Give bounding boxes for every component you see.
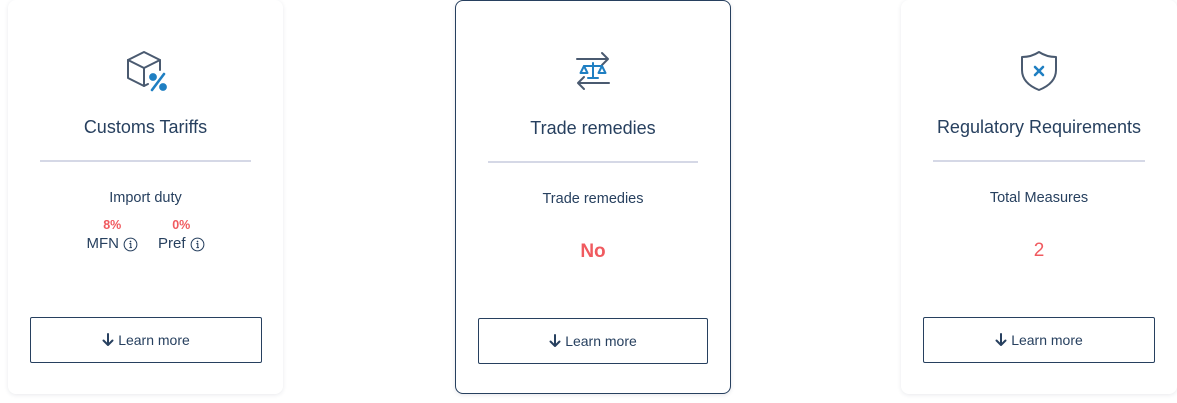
divider	[40, 160, 251, 162]
mfn-percent: 8%	[103, 218, 122, 232]
info-icon[interactable]	[123, 237, 138, 252]
divider	[933, 160, 1145, 162]
divider	[488, 161, 698, 163]
mfn-label: MFN	[86, 235, 119, 252]
customs-tariffs-card: Customs Tariffs Import duty 8% MFN 0% Pr…	[8, 0, 283, 394]
shield-x-icon	[1021, 51, 1057, 91]
card-title: Trade remedies	[530, 118, 656, 138]
info-icon[interactable]	[190, 237, 205, 252]
learn-more-label: Learn more	[565, 333, 637, 349]
total-measures-value: 2	[1033, 240, 1045, 261]
scale-exchange-icon	[576, 52, 610, 90]
arrow-down-icon	[549, 334, 561, 347]
mfn-duty: 8% MFN	[86, 216, 138, 254]
pref-duty: 0% Pref	[158, 216, 205, 254]
trade-remedies-card: Trade remedies Trade remedies No Learn m…	[455, 0, 731, 394]
learn-more-button[interactable]: Learn more	[478, 318, 708, 364]
learn-more-label: Learn more	[1011, 332, 1083, 348]
total-measures-label: Total Measures	[989, 190, 1089, 206]
learn-more-button[interactable]: Learn more	[923, 317, 1155, 363]
duty-rates: 8% MFN 0% Pref	[8, 216, 283, 254]
arrow-down-icon	[102, 333, 114, 346]
trade-remedies-value: No	[580, 241, 606, 262]
box-percent-icon	[126, 51, 167, 92]
learn-more-label: Learn more	[118, 332, 190, 348]
arrow-down-icon	[995, 333, 1007, 346]
pref-label: Pref	[157, 235, 186, 252]
import-duty-label: Import duty	[109, 190, 182, 206]
card-title: Customs Tariffs	[83, 117, 208, 137]
card-title: Regulatory Requirements	[936, 117, 1142, 137]
pref-percent: 0%	[172, 218, 191, 232]
learn-more-button[interactable]: Learn more	[30, 317, 262, 363]
regulatory-requirements-card: Regulatory Requirements Total Measures 2…	[901, 0, 1177, 394]
trade-remedies-label: Trade remedies	[542, 191, 644, 207]
